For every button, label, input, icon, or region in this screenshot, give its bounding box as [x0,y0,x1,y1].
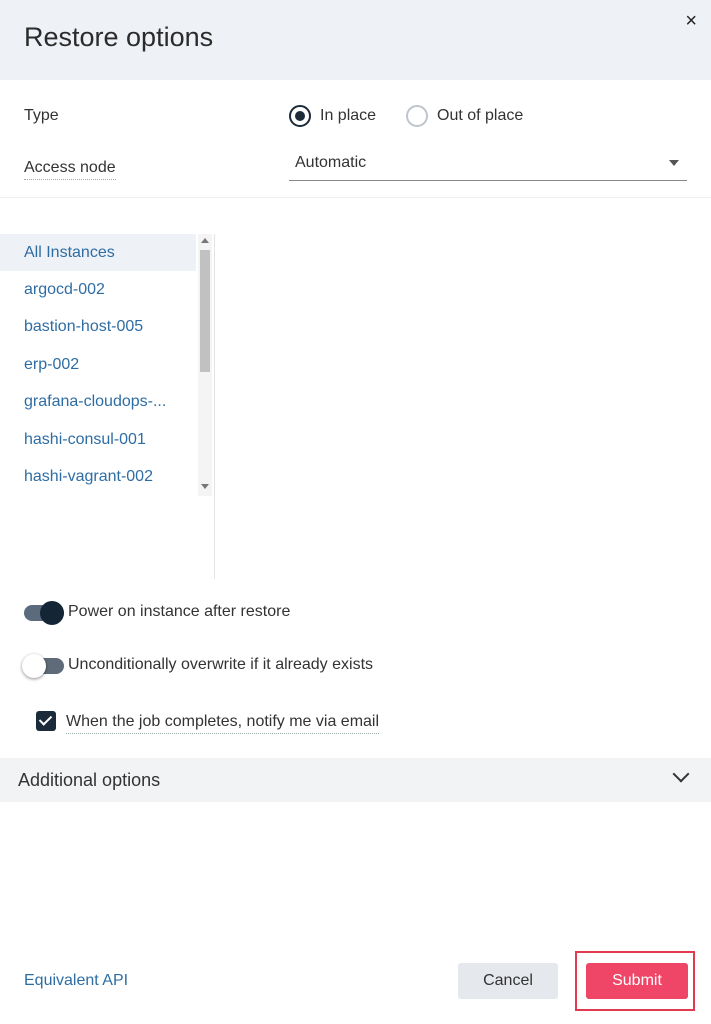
close-icon[interactable]: × [685,10,697,33]
notify-checkbox[interactable] [36,711,56,731]
list-item[interactable]: hashi-vagrant-002 [0,458,196,495]
type-label: Type [24,107,59,124]
power-on-label: Power on instance after restore [68,603,291,620]
list-item[interactable]: bastion-host-005 [0,308,196,345]
toggle-knob [22,654,46,678]
notify-label[interactable]: When the job completes, notify me via em… [66,713,380,734]
submit-button[interactable]: Submit [586,963,688,999]
list-item[interactable]: erp-002 [0,346,196,383]
scrollbar-thumb[interactable] [200,250,210,372]
dialog-title: Restore options [24,22,214,52]
equivalent-api-link[interactable]: Equivalent API [24,972,128,990]
additional-options-header[interactable]: Additional options [0,758,711,802]
instance-list[interactable]: All Instances argocd-002 bastion-host-00… [0,234,215,579]
list-item[interactable]: argocd-002 [0,271,196,308]
list-item[interactable]: grafana-cloudops-... [0,383,196,420]
list-item[interactable]: All Instances [0,234,196,271]
scroll-up-icon[interactable] [201,238,209,243]
divider [0,197,711,198]
access-node-select[interactable]: Automatic [289,150,687,181]
scroll-down-icon[interactable] [201,484,209,489]
cancel-button[interactable]: Cancel [458,963,558,999]
additional-options-label: Additional options [18,770,161,790]
dialog-header: Restore options × [0,0,711,80]
overwrite-toggle[interactable] [22,654,64,678]
access-node-label: Access node [24,159,116,180]
access-node-value: Automatic [295,154,367,171]
chevron-down-icon[interactable] [672,765,690,783]
list-item[interactable]: hashi-consul-001 [0,421,196,458]
radio-out-of-place-label[interactable]: Out of place [437,107,523,125]
radio-out-of-place[interactable] [406,105,428,127]
caret-down-icon [669,160,679,166]
radio-in-place-label[interactable]: In place [320,107,376,125]
radio-in-place[interactable] [289,105,311,127]
toggle-knob [40,601,64,625]
overwrite-label: Unconditionally overwrite if it already … [68,656,374,673]
power-on-toggle[interactable] [24,601,64,625]
